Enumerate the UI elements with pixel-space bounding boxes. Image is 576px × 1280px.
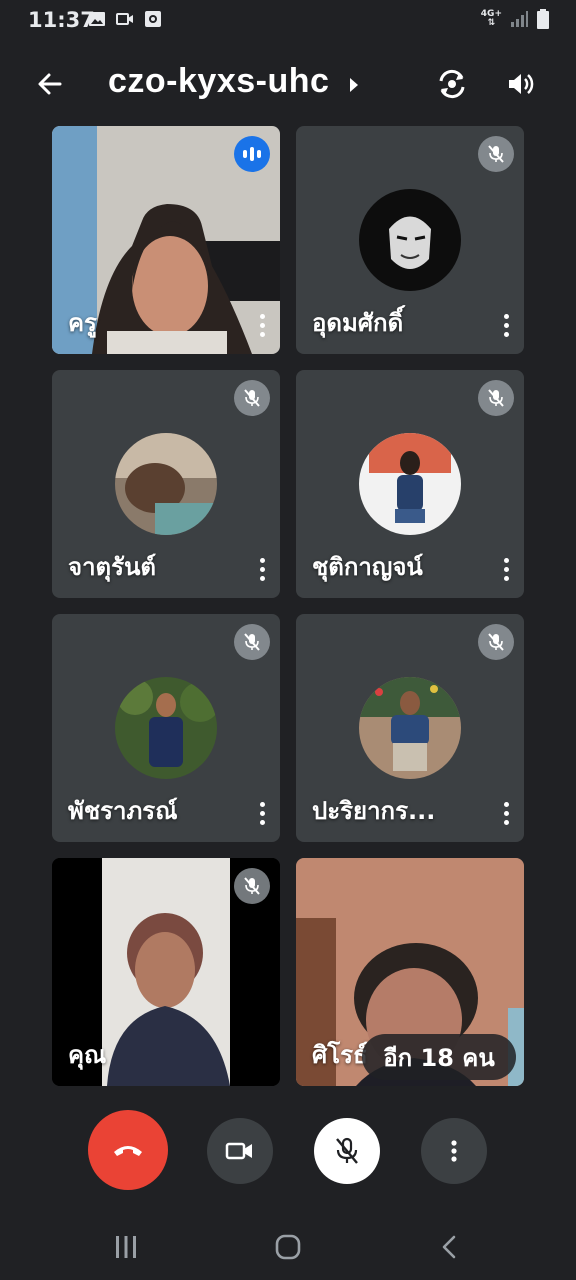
participant-tile[interactable]: ชุติกาญจน์ — [296, 370, 524, 598]
participant-menu-button[interactable] — [496, 798, 516, 828]
network-type: 4G+ ⇅ — [480, 9, 502, 28]
mic-off-icon — [234, 868, 270, 904]
system-navigation-bar — [0, 1212, 576, 1280]
participant-name: อุดมศักดิ์ — [312, 309, 404, 337]
more-participants-button[interactable]: อีก 18 คน — [362, 1034, 516, 1080]
status-bar: 11:37 4G+ ⇅ — [0, 0, 576, 44]
participant-avatar — [115, 677, 217, 779]
participant-avatar — [115, 433, 217, 535]
back-arrow-icon — [38, 73, 62, 95]
participant-name: คุณ — [68, 1041, 107, 1069]
participant-name: พัชราภรณ์ — [68, 797, 178, 825]
status-system-icons: 4G+ ⇅ — [481, 9, 550, 29]
participant-menu-button[interactable] — [252, 554, 272, 584]
speaker-icon — [509, 74, 534, 94]
more-options-button[interactable] — [421, 1118, 487, 1184]
mic-off-icon — [234, 380, 270, 416]
camera-toggle-button[interactable] — [207, 1118, 273, 1184]
participant-menu-button[interactable] — [496, 554, 516, 584]
participant-avatar — [359, 189, 461, 291]
back-button[interactable] — [30, 64, 70, 104]
home-icon — [275, 1234, 301, 1260]
participant-name: ศิโรธ์ — [312, 1041, 368, 1069]
participant-tile[interactable]: ครู — [52, 126, 280, 354]
gallery-icon — [89, 12, 105, 26]
status-notification-icons — [88, 10, 162, 28]
battery-icon — [537, 9, 549, 29]
status-time: 11:37 — [28, 8, 95, 32]
meeting-header: czo-kyxs-uhc — [0, 52, 576, 116]
participant-avatar — [359, 433, 461, 535]
participant-name: จาตุรันต์ — [68, 553, 157, 581]
more-vertical-icon — [451, 1140, 457, 1162]
mic-off-icon — [234, 624, 270, 660]
call-controls — [0, 1110, 576, 1194]
camera-icon — [225, 1142, 252, 1160]
video-icon — [116, 13, 133, 25]
participant-tile[interactable]: พัชราภรณ์ — [52, 614, 280, 842]
signal-icon — [511, 11, 528, 27]
participant-name: ครู — [68, 309, 97, 337]
participant-tile[interactable]: คุณ — [52, 858, 280, 1086]
switch-camera-icon — [439, 69, 465, 99]
mic-off-icon — [336, 1137, 358, 1164]
end-call-button[interactable] — [88, 1110, 168, 1190]
end-call-icon — [114, 1146, 142, 1156]
participant-avatar — [359, 677, 461, 779]
audio-output-button[interactable] — [500, 64, 540, 104]
participant-menu-button[interactable] — [252, 798, 272, 828]
participant-tile[interactable]: ปะริยากร... — [296, 614, 524, 842]
meeting-info-caret-icon[interactable] — [350, 78, 358, 92]
mic-off-icon — [478, 380, 514, 416]
recents-icon — [116, 1236, 136, 1258]
meeting-code[interactable]: czo-kyxs-uhc — [108, 62, 329, 101]
mic-toggle-button[interactable] — [314, 1118, 380, 1184]
mic-off-icon — [478, 624, 514, 660]
switch-camera-button[interactable] — [432, 64, 472, 104]
participant-tile[interactable]: จาตุรันต์ — [52, 370, 280, 598]
mic-off-icon — [478, 136, 514, 172]
participant-name: ชุติกาญจน์ — [312, 553, 423, 581]
back-icon — [442, 1235, 456, 1259]
record-icon — [145, 11, 161, 27]
participant-tile[interactable]: อุดมศักดิ์ — [296, 126, 524, 354]
home-button[interactable] — [268, 1230, 308, 1264]
participant-menu-button[interactable] — [252, 310, 272, 340]
participant-menu-button[interactable] — [496, 310, 516, 340]
recents-button[interactable] — [106, 1230, 146, 1264]
participant-name: ปะริยากร... — [312, 797, 436, 825]
back-nav-button[interactable] — [430, 1230, 470, 1264]
speaking-indicator-icon — [234, 136, 270, 172]
